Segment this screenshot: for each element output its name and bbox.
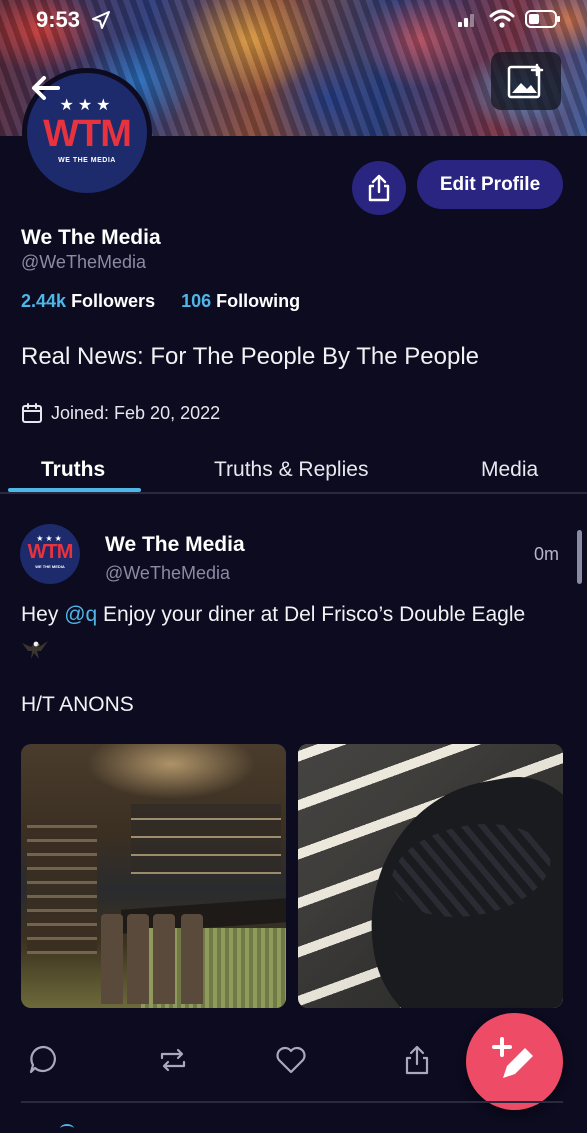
change-banner-button[interactable] bbox=[491, 52, 561, 110]
status-time: 9:53 bbox=[36, 7, 81, 32]
avatar-logo-subtitle: WE THE MEDIA bbox=[58, 157, 116, 164]
joined-text: Joined: Feb 20, 2022 bbox=[51, 402, 221, 423]
display-name: We The Media bbox=[21, 226, 161, 249]
post-author-name[interactable]: We The Media bbox=[105, 533, 245, 557]
share-icon bbox=[368, 174, 390, 202]
following-label: Following bbox=[216, 291, 301, 311]
post-avatar-logo-mark: WTM bbox=[27, 541, 74, 563]
post-image-restaurant-bar[interactable] bbox=[21, 744, 286, 1008]
post-mention-link[interactable]: @q bbox=[64, 603, 97, 626]
post-avatar-logo-subtitle: WE THE MEDIA bbox=[35, 564, 65, 569]
post-timestamp: 0m bbox=[534, 544, 560, 564]
edit-profile-button[interactable]: Edit Profile bbox=[417, 160, 563, 209]
repost-icon[interactable] bbox=[156, 1043, 190, 1077]
wifi-icon bbox=[489, 9, 515, 28]
post-text-suffix: Enjoy your diner at Del Frisco’s Double … bbox=[97, 603, 526, 626]
following-link[interactable]: 106 Following bbox=[181, 291, 300, 312]
eagle-emoji-icon bbox=[22, 641, 48, 659]
share-icon[interactable] bbox=[400, 1043, 434, 1077]
followers-label: Followers bbox=[71, 291, 156, 311]
scrollbar[interactable] bbox=[577, 530, 582, 584]
arrow-left-icon[interactable] bbox=[28, 70, 64, 106]
followers-count: 2.44k bbox=[21, 291, 67, 311]
post-author-avatar[interactable]: ★★★ WTM WE THE MEDIA bbox=[20, 524, 80, 584]
profile-handle: @WeTheMedia bbox=[21, 252, 146, 272]
share-profile-button[interactable] bbox=[352, 161, 406, 215]
heart-icon[interactable] bbox=[274, 1043, 308, 1077]
tab-truths[interactable]: Truths bbox=[41, 458, 105, 482]
followers-link[interactable]: 2.44k Followers bbox=[21, 291, 155, 312]
avatar-logo-mark: WTM bbox=[43, 113, 132, 155]
following-count: 106 bbox=[181, 291, 212, 311]
post-text-line-2: H/T ANONS bbox=[21, 693, 134, 716]
status-bar: 9:53 bbox=[0, 0, 587, 40]
status-icons bbox=[457, 9, 561, 29]
pencil-plus-icon bbox=[491, 1036, 533, 1078]
comment-icon[interactable] bbox=[27, 1043, 61, 1077]
calendar-icon bbox=[22, 403, 42, 423]
compose-truth-button[interactable] bbox=[466, 1013, 563, 1110]
tab-truths-and-replies[interactable]: Truths & Replies bbox=[214, 458, 368, 482]
tab-media[interactable]: Media bbox=[481, 458, 538, 482]
post-image-wine-cellar[interactable] bbox=[298, 744, 563, 1008]
post-text-prefix: Hey bbox=[21, 603, 65, 626]
post-divider bbox=[21, 1101, 563, 1103]
active-tab-indicator bbox=[8, 488, 141, 492]
signal-icon bbox=[458, 14, 474, 27]
profile-stats: 2.44k Followers 106 Following bbox=[21, 291, 300, 312]
joined-date: Joined: Feb 20, 2022 bbox=[21, 402, 220, 424]
location-arrow-icon bbox=[92, 11, 110, 29]
image-add-icon bbox=[507, 63, 544, 99]
profile-bio: Real News: For The People By The People bbox=[21, 343, 480, 370]
next-post-partial-icon bbox=[60, 1124, 74, 1133]
battery-icon bbox=[525, 10, 560, 28]
post-author-handle: @WeTheMedia bbox=[105, 563, 230, 583]
post-text: Hey @q Enjoy your diner at Del Frisco’s … bbox=[21, 603, 525, 627]
